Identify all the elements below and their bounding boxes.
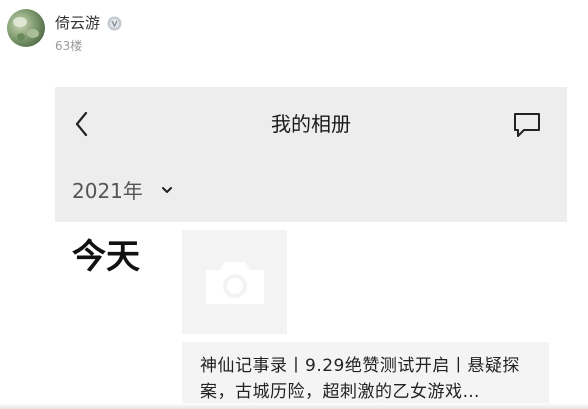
avatar-decor: [13, 17, 27, 27]
avatar[interactable]: [7, 9, 45, 47]
vip-badge-icon: [107, 16, 122, 31]
post-card[interactable]: 神仙记事录丨9.29绝赞测试开启丨悬疑探案，古城历险，超刺激的乙女游戏…: [182, 342, 549, 409]
card-text: 神仙记事录丨9.29绝赞测试开启丨悬疑探案，古城历险，超刺激的乙女游戏…: [200, 356, 520, 402]
avatar-decor: [17, 33, 25, 41]
comment-icon[interactable]: [512, 111, 542, 139]
album-screenshot: 我的相册 2021年 今天 神仙记事录丨9.29绝赞测试开启丨悬疑探案，古城历险…: [55, 87, 567, 409]
chevron-down-icon[interactable]: [161, 185, 173, 195]
username-link[interactable]: 倚云游: [55, 13, 100, 33]
floor-number: 63楼: [55, 39, 83, 53]
photo-thumbnail[interactable]: [182, 230, 287, 334]
section-heading-today: 今天: [72, 237, 140, 277]
avatar-decor: [27, 29, 39, 38]
year-selector[interactable]: 2021年: [72, 178, 143, 204]
page-title: 我的相册: [271, 112, 351, 136]
camera-icon: [206, 262, 264, 304]
divider: [0, 403, 588, 409]
